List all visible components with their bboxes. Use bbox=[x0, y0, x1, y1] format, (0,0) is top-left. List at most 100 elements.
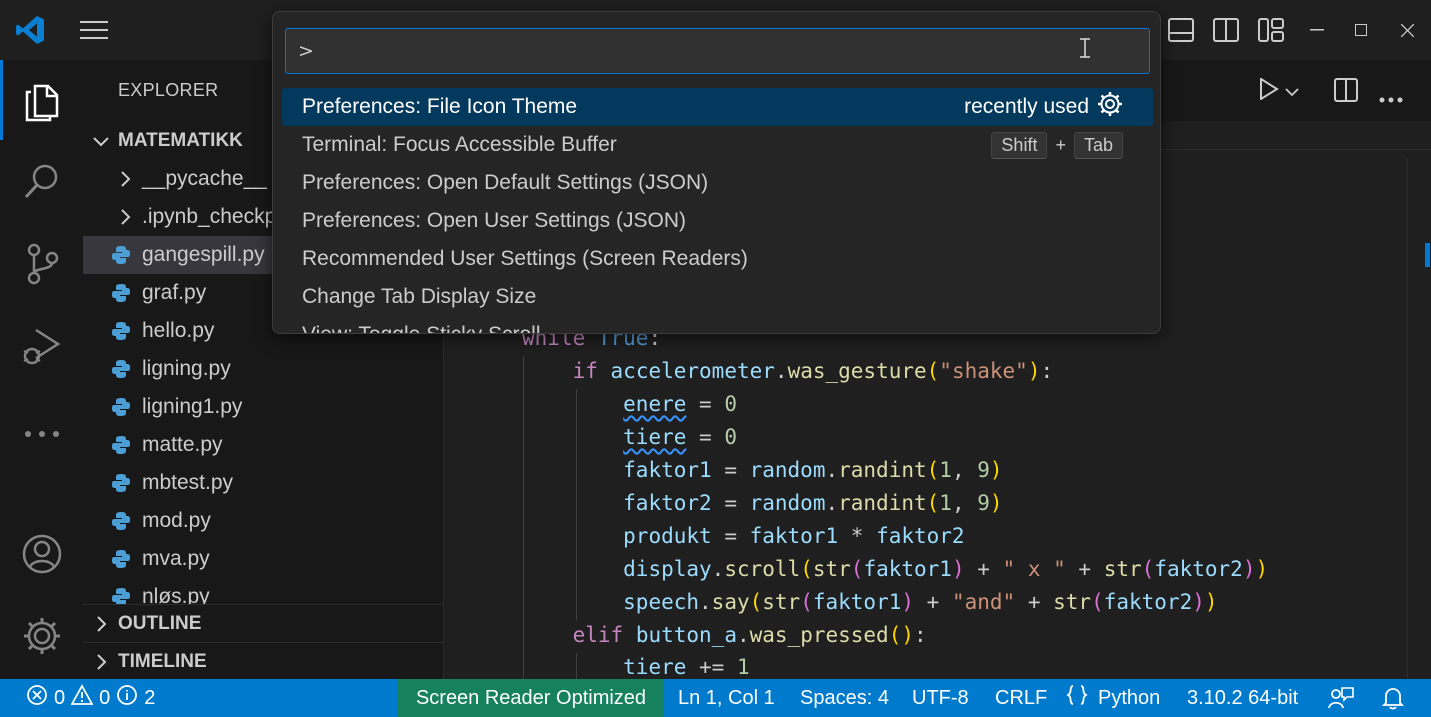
python-file-icon bbox=[111, 245, 131, 265]
maximize-icon[interactable] bbox=[1339, 0, 1383, 60]
scroll-marker bbox=[1425, 243, 1430, 267]
file-label: graf.py bbox=[142, 281, 207, 304]
screen-reader-mode[interactable]: Screen Reader Optimized bbox=[398, 679, 664, 717]
minimap-scrollbar[interactable] bbox=[1407, 158, 1431, 679]
file-item[interactable]: ligning.py bbox=[83, 350, 443, 388]
keybinding-separator: + bbox=[1055, 134, 1066, 155]
chevron-right-icon bbox=[91, 652, 111, 672]
chevron-right-icon bbox=[91, 614, 111, 634]
python-file-icon bbox=[111, 473, 131, 493]
palette-item-tab-display-size[interactable]: Change Tab Display Size bbox=[282, 278, 1153, 316]
toggle-panel-icon[interactable] bbox=[1162, 0, 1200, 60]
code-line-3: enere = 0 bbox=[623, 392, 737, 416]
menu-icon[interactable] bbox=[72, 0, 116, 60]
file-label: mod.py bbox=[142, 509, 211, 532]
palette-item-open-user-settings[interactable]: Preferences: Open User Settings (JSON) bbox=[282, 202, 1153, 240]
file-item[interactable]: ligning1.py bbox=[83, 388, 443, 426]
error-count: 0 bbox=[54, 686, 66, 709]
more-actions-icon[interactable] bbox=[1379, 88, 1403, 107]
palette-item-label: View: Toggle Sticky Scroll bbox=[302, 323, 541, 333]
code-line-2: if accelerometer.was_gesture("shake"): bbox=[572, 359, 1054, 383]
chevron-right-icon bbox=[115, 169, 135, 189]
chevron-right-icon bbox=[115, 207, 135, 227]
palette-item-focus-accessible-buffer[interactable]: Terminal: Focus Accessible Buffer Shift … bbox=[282, 126, 1153, 164]
indentation[interactable]: Spaces: 4 bbox=[800, 679, 889, 717]
palette-item-label: Preferences: Open Default Settings (JSON… bbox=[302, 171, 709, 194]
timeline-section[interactable]: TIMELINE bbox=[83, 642, 443, 679]
manage-gear-icon[interactable] bbox=[0, 596, 83, 676]
python-interpreter[interactable]: 3.10.2 64-bit bbox=[1187, 679, 1298, 717]
palette-item-label: Change Tab Display Size bbox=[302, 285, 537, 308]
palette-item-label: Preferences: Open User Settings (JSON) bbox=[302, 209, 686, 232]
outline-label: OUTLINE bbox=[118, 612, 202, 634]
close-icon[interactable] bbox=[1385, 0, 1429, 60]
keybinding-tab: Tab bbox=[1073, 131, 1123, 159]
status-bar: 0 0 2 Screen Reader Optimized Ln 1, Col … bbox=[0, 679, 1431, 717]
code-line-9: speech.say(str(faktor1) + "and" + str(fa… bbox=[623, 590, 1218, 614]
info-icon bbox=[116, 684, 138, 712]
explorer-icon[interactable] bbox=[0, 60, 83, 140]
vscode-logo-icon bbox=[10, 0, 50, 60]
play-icon bbox=[1259, 77, 1279, 104]
feedback-icon[interactable] bbox=[1328, 679, 1354, 717]
keybinding-shift: Shift bbox=[991, 131, 1048, 159]
explorer-title: EXPLORER bbox=[118, 80, 219, 100]
file-item[interactable]: mod.py bbox=[83, 502, 443, 540]
command-palette: Preferences: File Icon Theme recently us… bbox=[272, 11, 1161, 334]
python-file-icon bbox=[111, 435, 131, 455]
info-count: 2 bbox=[144, 686, 156, 709]
python-file-icon bbox=[111, 359, 131, 379]
file-label: gangespill.py bbox=[142, 243, 265, 266]
toggle-secondary-sidebar-icon[interactable] bbox=[1207, 0, 1245, 60]
recently-used-label: recently used bbox=[964, 95, 1089, 118]
file-label: ligning.py bbox=[142, 357, 231, 380]
encoding[interactable]: UTF-8 bbox=[912, 679, 969, 717]
palette-item-file-icon-theme[interactable]: Preferences: File Icon Theme recently us… bbox=[282, 88, 1153, 126]
configure-gear-icon[interactable] bbox=[1097, 91, 1123, 123]
palette-item-toggle-sticky-scroll[interactable]: View: Toggle Sticky Scroll bbox=[282, 316, 1153, 333]
split-editor-icon[interactable] bbox=[1334, 78, 1358, 106]
minimize-icon[interactable] bbox=[1295, 0, 1339, 60]
customize-layout-icon[interactable] bbox=[1252, 0, 1290, 60]
file-label: mbtest.py bbox=[142, 471, 234, 494]
notifications-bell-icon[interactable] bbox=[1382, 679, 1404, 717]
code-line-11: tiere += 1 bbox=[623, 655, 750, 679]
chevron-down-icon bbox=[1285, 82, 1299, 101]
file-label: matte.py bbox=[142, 433, 223, 456]
code-line-6: faktor2 = random.randint(1, 9) bbox=[623, 491, 1003, 515]
file-label: mva.py bbox=[142, 547, 210, 570]
activity-bar bbox=[0, 60, 83, 679]
palette-item-label: Preferences: File Icon Theme bbox=[302, 95, 578, 118]
timeline-label: TIMELINE bbox=[118, 650, 207, 672]
file-label: ligning1.py bbox=[142, 395, 243, 418]
search-icon[interactable] bbox=[0, 142, 83, 222]
chevron-down-icon bbox=[91, 131, 111, 151]
command-input[interactable] bbox=[285, 28, 1150, 74]
run-debug-icon[interactable] bbox=[0, 306, 83, 386]
palette-item-screen-reader-settings[interactable]: Recommended User Settings (Screen Reader… bbox=[282, 240, 1153, 278]
outline-section[interactable]: OUTLINE bbox=[83, 604, 443, 642]
palette-item-label: Recommended User Settings (Screen Reader… bbox=[302, 247, 748, 270]
palette-item-label: Terminal: Focus Accessible Buffer bbox=[302, 133, 617, 156]
code-line-4: tiere = 0 bbox=[623, 425, 737, 449]
code-line-10: elif button_a.was_pressed(): bbox=[572, 623, 927, 647]
cursor-position[interactable]: Ln 1, Col 1 bbox=[678, 679, 775, 717]
file-item[interactable]: mva.py bbox=[83, 540, 443, 578]
warning-icon bbox=[70, 684, 94, 712]
warning-count: 0 bbox=[99, 686, 111, 709]
code-line-8: display.scroll(str(faktor1) + " x " + st… bbox=[623, 557, 1269, 581]
file-item[interactable]: matte.py bbox=[83, 426, 443, 464]
accounts-icon[interactable] bbox=[0, 514, 83, 594]
file-label: hello.py bbox=[142, 319, 215, 342]
language-mode[interactable]: Python bbox=[1066, 679, 1160, 717]
python-file-icon bbox=[111, 397, 131, 417]
file-item[interactable]: mbtest.py bbox=[83, 464, 443, 502]
palette-item-open-default-settings[interactable]: Preferences: Open Default Settings (JSON… bbox=[282, 164, 1153, 202]
braces-icon bbox=[1066, 684, 1088, 712]
line-ending[interactable]: CRLF bbox=[995, 679, 1047, 717]
run-button[interactable] bbox=[1259, 68, 1319, 114]
more-views-icon[interactable] bbox=[0, 394, 83, 474]
source-control-icon[interactable] bbox=[0, 224, 83, 304]
problems-indicator[interactable]: 0 0 2 bbox=[26, 679, 155, 717]
python-file-icon bbox=[111, 283, 131, 303]
